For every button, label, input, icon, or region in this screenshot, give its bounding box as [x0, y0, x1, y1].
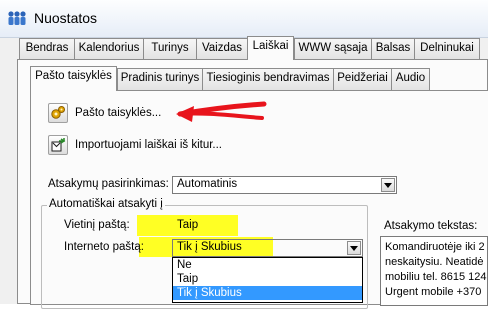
- tab-delninukai[interactable]: Delninukai: [414, 38, 480, 59]
- option-tik-i-skubius[interactable]: Tik į Skubius: [173, 286, 362, 300]
- tab-tiesioginis-bendravimas[interactable]: Tiesioginis bendravimas: [202, 68, 334, 90]
- laiskai-panel: Pašto taisyklės Pradinis turinys Tiesiog…: [17, 59, 488, 309]
- reply-select-label: Atsakymų pasirinkimas:: [48, 178, 169, 190]
- tab-vaizdas[interactable]: Vaizdas: [196, 38, 248, 59]
- import-mail-icon: [48, 135, 68, 155]
- tab-bendras[interactable]: Bendras: [19, 38, 75, 59]
- import-mail-button[interactable]: Importuojami laiškai iš kitur...: [48, 135, 222, 155]
- tab-pradinis-turinys[interactable]: Pradinis turinys: [117, 68, 203, 90]
- reply-text-area[interactable]: Komandiruotėje iki 2 neskaitysiu. Neatid…: [380, 236, 488, 306]
- tab-balsas[interactable]: Balsas: [371, 38, 415, 59]
- import-mail-label: Importuojami laiškai iš kitur...: [75, 139, 222, 151]
- local-mail-value: Taip: [177, 219, 199, 231]
- tab-turinys[interactable]: Turinys: [143, 38, 197, 59]
- option-taip[interactable]: Taip: [173, 272, 362, 286]
- reply-select-value: Automatinis: [177, 178, 238, 190]
- tab-pasto-taisykles[interactable]: Pašto taisyklės: [30, 66, 117, 91]
- annotation-arrow: [176, 101, 267, 122]
- internet-mail-value: Tik į Skubius: [177, 241, 242, 253]
- local-mail-label: Vietinį paštą:: [64, 219, 130, 231]
- tab-laiskai[interactable]: Laiškai: [247, 36, 294, 60]
- reply-text-line: Urgent mobile +370: [385, 286, 482, 298]
- internet-mail-select[interactable]: Tik į Skubius: [172, 239, 363, 257]
- local-mail-select[interactable]: Taip: [172, 217, 363, 235]
- gears-icon: [48, 103, 68, 123]
- app-icon: [7, 10, 27, 29]
- dialog-client: Bendras Kalendorius Turinys Vaizdas Laiš…: [0, 36, 488, 309]
- mail-rules-label: Pašto taisyklės...: [75, 107, 162, 119]
- reply-text-line: neskaitysiu. Neatidė: [385, 256, 484, 268]
- internet-mail-options: Ne Taip Tik į Skubius: [172, 257, 363, 303]
- reply-text-line: mobiliu tel. 8615 124: [385, 271, 487, 283]
- tab-audio[interactable]: Audio: [391, 68, 430, 90]
- window-title: Nuostatos: [34, 10, 98, 26]
- pasto-taisykles-panel: Pašto taisyklės... Importuojami laiškai …: [30, 90, 488, 309]
- chevron-down-icon[interactable]: [381, 178, 395, 192]
- tab-kalendorius[interactable]: Kalendorius: [74, 38, 144, 59]
- title-bar: Nuostatos: [0, 0, 488, 38]
- auto-reply-legend: Automatiškai atsakyti į: [47, 198, 165, 210]
- internet-mail-label: Interneto paštą:: [64, 241, 144, 253]
- option-ne[interactable]: Ne: [173, 258, 362, 272]
- reply-select[interactable]: Automatinis: [172, 176, 397, 194]
- reply-text-line: Komandiruotėje iki 2: [385, 241, 485, 253]
- mail-rules-button[interactable]: Pašto taisyklės...: [48, 103, 161, 123]
- tab-www-sasaja[interactable]: WWW sąsaja: [294, 38, 372, 59]
- tab-peidzeriai[interactable]: Peidžeriai: [333, 68, 392, 90]
- reply-text-label: Atsakymo tekstas:: [384, 220, 478, 232]
- chevron-down-icon[interactable]: [347, 241, 361, 255]
